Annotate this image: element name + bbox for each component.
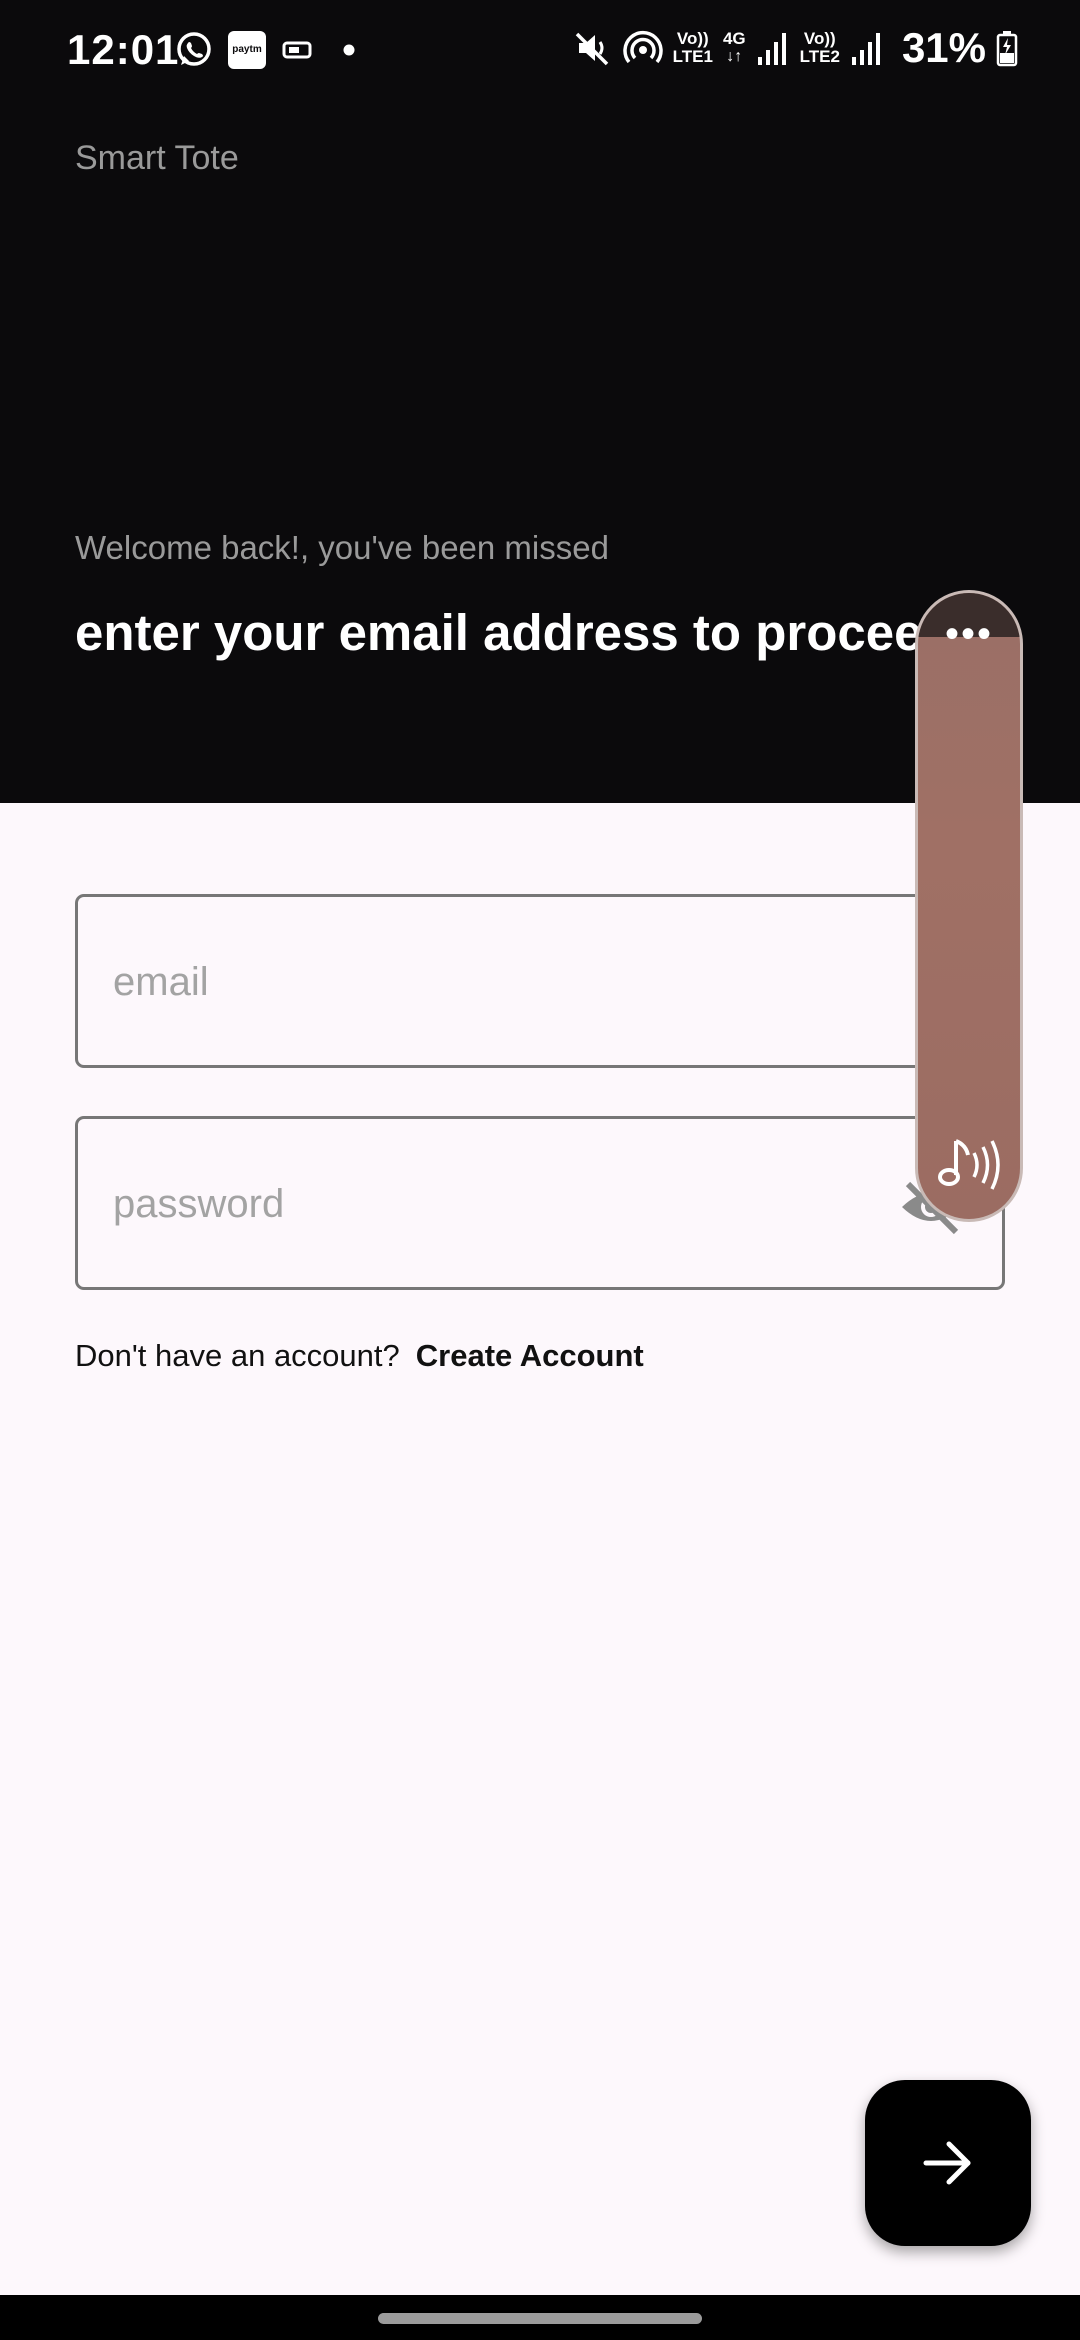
music-sound-icon[interactable]: [936, 1133, 1008, 1197]
home-gesture-handle[interactable]: [378, 2313, 702, 2324]
create-account-link[interactable]: Create Account: [416, 1338, 644, 1374]
email-input[interactable]: [111, 897, 935, 1067]
email-field[interactable]: [75, 894, 1005, 1068]
headline: enter your email address to proceed: [75, 604, 954, 661]
signal-icon: [850, 29, 884, 67]
whatsapp-icon: [174, 30, 214, 70]
navigation-bar: [0, 2295, 1080, 2340]
app-title: Smart Tote: [75, 139, 239, 177]
volte-lte1-icon: Vo)) LTE1: [672, 29, 713, 66]
volte-lte2-icon: Vo)) LTE2: [799, 29, 840, 66]
floating-music-widget[interactable]: •••: [915, 590, 1023, 1222]
screen-record-icon: [280, 33, 314, 67]
next-button[interactable]: [865, 2080, 1031, 2246]
hotspot-icon: [622, 28, 663, 68]
arrow-right-icon: [923, 2141, 971, 2185]
status-bar: 12:01 paytm Vo)) LTE1 4G ↓↑ Vo)) LTE2 31…: [0, 0, 1080, 104]
paytm-icon: paytm: [228, 31, 266, 69]
notification-icons: paytm: [174, 30, 356, 70]
login-screen: 12:01 paytm Vo)) LTE1 4G ↓↑ Vo)) LTE2 31…: [0, 0, 1080, 2340]
welcome-text: Welcome back!, you've been missed: [75, 529, 609, 566]
dot-icon: [342, 43, 356, 57]
system-status-icons: Vo)) LTE1 4G ↓↑ Vo)) LTE2 31%: [573, 24, 1018, 72]
signal-icon: [756, 29, 790, 67]
signup-prompt: Don't have an account? Create Account: [75, 1338, 644, 1374]
password-field[interactable]: [75, 1116, 1005, 1290]
battery-percentage: 31%: [901, 24, 986, 71]
status-time: 12:01: [67, 26, 180, 73]
data-4g-icon: 4G ↓↑: [722, 29, 746, 66]
signup-prompt-text: Don't have an account?: [75, 1338, 400, 1373]
more-options-icon[interactable]: •••: [918, 614, 1020, 654]
password-input[interactable]: [111, 1119, 935, 1289]
battery-icon: [996, 29, 1018, 67]
mute-icon: [573, 28, 613, 68]
